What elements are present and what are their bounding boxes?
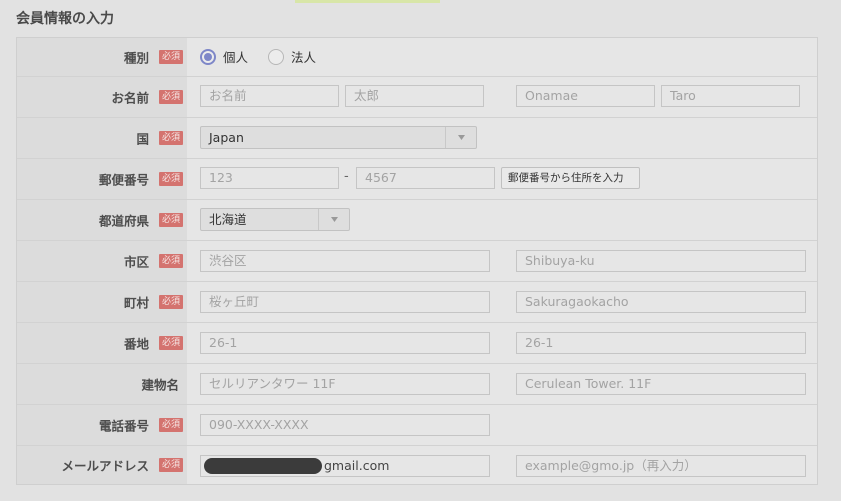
last-name-input[interactable]: お名前 — [200, 85, 339, 107]
prefecture-select[interactable]: 北海道 — [200, 208, 350, 231]
label-cell-prefecture: 都道府県 必須 — [17, 200, 187, 240]
radio-corporate[interactable] — [268, 48, 285, 65]
city-input[interactable]: 渋谷区 — [200, 250, 490, 272]
label-cell-name: お名前 必須 — [17, 77, 187, 117]
chevron-down-icon — [318, 209, 349, 230]
radio-corporate-label[interactable]: 法人 — [291, 47, 316, 66]
postal-lookup-button[interactable]: 郵便番号から住所を入力 — [501, 167, 640, 189]
top-accent-bar — [295, 0, 440, 3]
country-select[interactable]: Japan — [200, 126, 477, 149]
address-input[interactable]: 26-1 — [200, 332, 490, 354]
row-name: お名前 必須 お名前 太郎 Onamae Taro — [17, 77, 817, 118]
label-phone: 電話番号 — [98, 418, 149, 434]
label-type: 種別 — [123, 50, 149, 66]
label-email: メールアドレス — [61, 458, 149, 474]
required-badge: 必須 — [158, 458, 183, 472]
row-phone: 電話番号 必須 090-XXXX-XXXX — [17, 405, 817, 446]
row-building: 建物名 セルリアンタワー 11F Cerulean Tower. 11F — [17, 364, 817, 405]
label-postal: 郵便番号 — [98, 172, 149, 188]
row-postal: 郵便番号 必須 123 - 4567 郵便番号から住所を入力 — [17, 159, 817, 200]
label-name: お名前 — [111, 90, 149, 106]
row-address: 番地 必須 26-1 26-1 — [17, 323, 817, 364]
required-badge: 必須 — [158, 295, 183, 309]
required-badge: 必須 — [158, 254, 183, 268]
label-prefecture: 都道府県 — [98, 213, 149, 229]
label-cell-phone: 電話番号 必須 — [17, 405, 187, 445]
label-country: 国 — [136, 131, 149, 147]
email-input[interactable]: gmail.com — [200, 455, 490, 477]
label-cell-address: 番地 必須 — [17, 323, 187, 363]
label-cell-email: メールアドレス 必須 — [17, 446, 187, 484]
label-cell-building: 建物名 — [17, 364, 187, 404]
postal-code-first-input[interactable]: 123 — [200, 167, 339, 189]
redacted-email-local-part — [204, 458, 322, 474]
required-badge: 必須 — [158, 336, 183, 350]
town-input[interactable]: 桜ヶ丘町 — [200, 291, 490, 313]
required-badge: 必須 — [158, 172, 183, 186]
label-cell-type: 種別 必須 — [17, 38, 187, 76]
row-prefecture: 都道府県 必須 北海道 — [17, 200, 817, 241]
row-email: メールアドレス 必須 gmail.com example@gmo.jp（再入力） — [17, 446, 817, 484]
label-city: 市区 — [123, 254, 149, 270]
first-name-roman-input[interactable]: Taro — [661, 85, 800, 107]
row-type: 種別 必須 個人 法人 — [17, 38, 817, 77]
address-roman-input[interactable]: 26-1 — [516, 332, 806, 354]
building-roman-input[interactable]: Cerulean Tower. 11F — [516, 373, 806, 395]
required-badge: 必須 — [158, 418, 183, 432]
member-info-form: 種別 必須 個人 法人 お名前 必須 お名前 太郎 Onamae Taro 国 … — [16, 37, 818, 485]
required-badge: 必須 — [158, 213, 183, 227]
label-address: 番地 — [123, 336, 149, 352]
postal-separator: - — [344, 169, 349, 184]
required-badge: 必須 — [158, 50, 183, 64]
label-building: 建物名 — [141, 377, 179, 393]
row-town: 町村 必須 桜ヶ丘町 Sakuragaokacho — [17, 282, 817, 323]
email-domain-text: gmail.com — [324, 458, 390, 473]
postal-code-second-input[interactable]: 4567 — [356, 167, 495, 189]
label-cell-country: 国 必須 — [17, 118, 187, 158]
prefecture-select-value: 北海道 — [209, 212, 247, 227]
type-radio-group: 個人 法人 — [200, 47, 336, 66]
label-cell-postal: 郵便番号 必須 — [17, 159, 187, 199]
row-city: 市区 必須 渋谷区 Shibuya-ku — [17, 241, 817, 282]
country-select-value: Japan — [209, 130, 244, 145]
section-title: 会員情報の入力 — [16, 11, 114, 27]
chevron-down-icon — [445, 127, 476, 148]
town-roman-input[interactable]: Sakuragaokacho — [516, 291, 806, 313]
last-name-roman-input[interactable]: Onamae — [516, 85, 655, 107]
row-country: 国 必須 Japan — [17, 118, 817, 159]
first-name-input[interactable]: 太郎 — [345, 85, 484, 107]
label-cell-city: 市区 必須 — [17, 241, 187, 281]
label-cell-town: 町村 必須 — [17, 282, 187, 322]
email-confirm-input[interactable]: example@gmo.jp（再入力） — [516, 455, 806, 477]
radio-individual[interactable] — [200, 48, 216, 65]
radio-individual-label[interactable]: 個人 — [223, 47, 248, 66]
building-input[interactable]: セルリアンタワー 11F — [200, 373, 490, 395]
label-town: 町村 — [123, 295, 149, 311]
required-badge: 必須 — [158, 90, 183, 104]
city-roman-input[interactable]: Shibuya-ku — [516, 250, 806, 272]
required-badge: 必須 — [158, 131, 183, 145]
phone-input[interactable]: 090-XXXX-XXXX — [200, 414, 490, 436]
